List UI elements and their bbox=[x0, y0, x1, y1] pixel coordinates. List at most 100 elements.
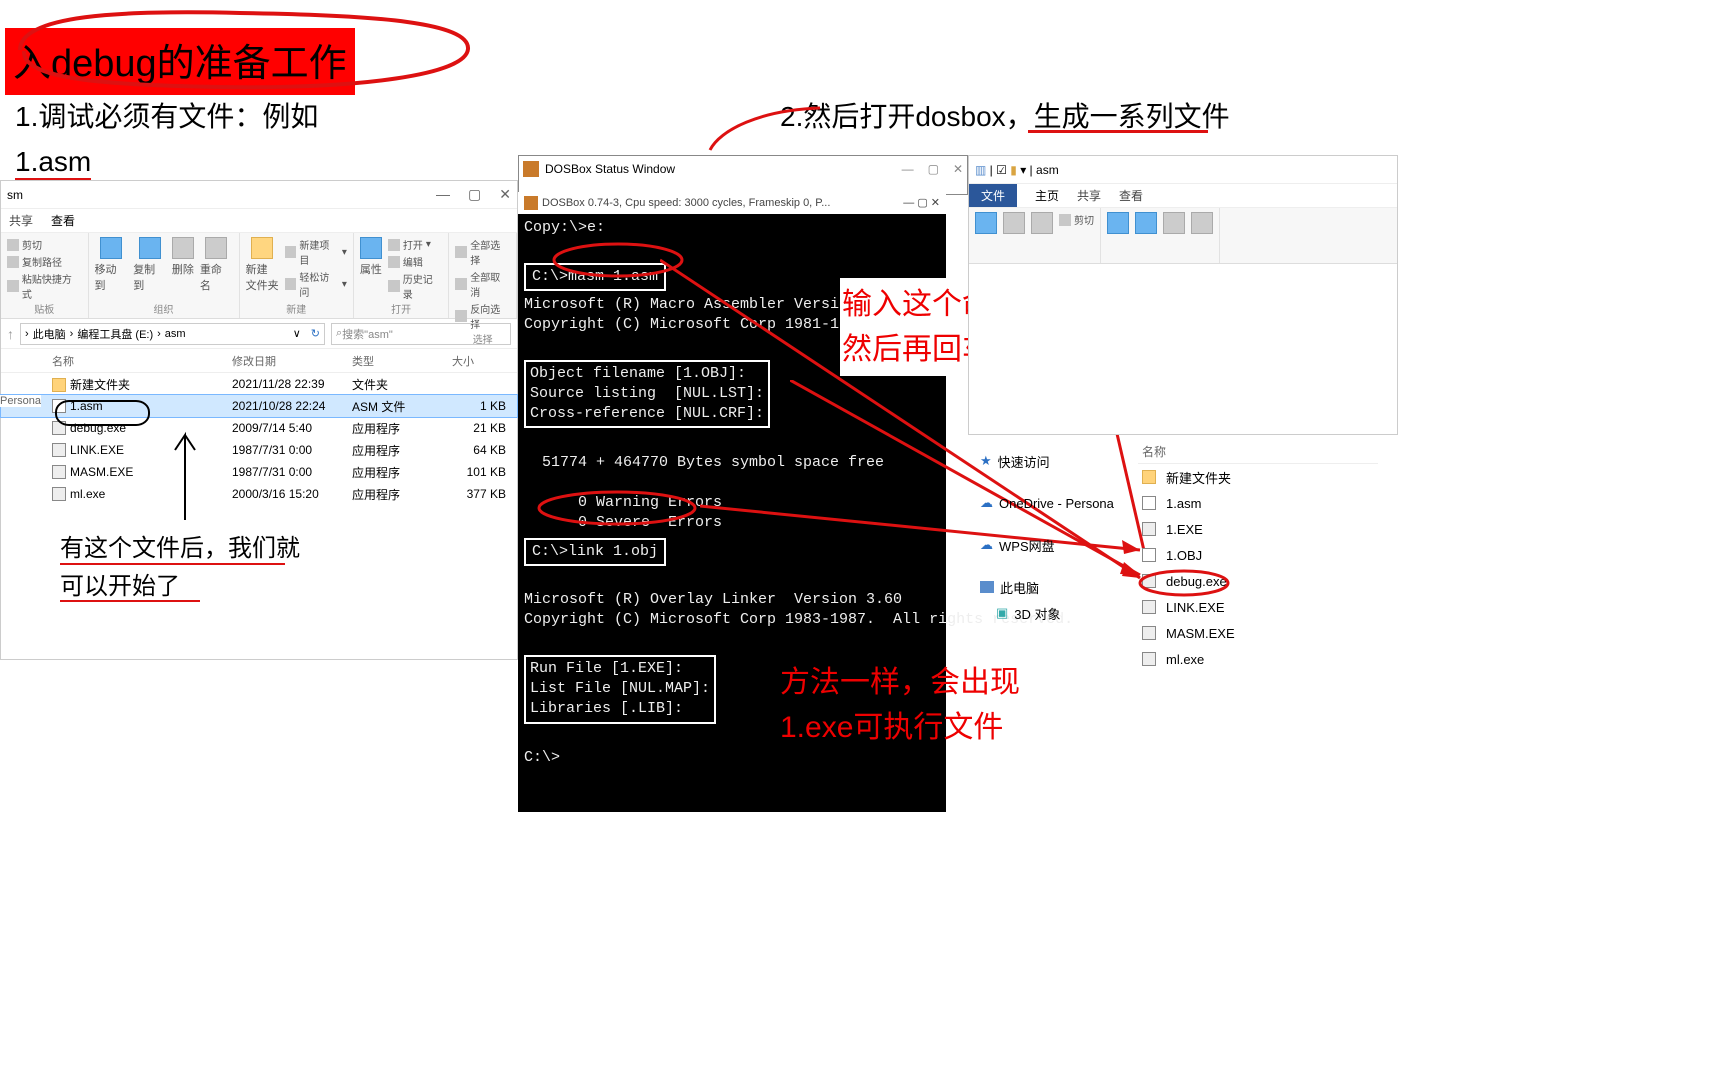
nav-quickaccess[interactable]: ★快速访问 bbox=[980, 448, 1125, 474]
file-icon bbox=[52, 443, 66, 457]
moveto-button[interactable]: 移动到 bbox=[95, 237, 128, 293]
copypath-icon bbox=[7, 256, 19, 268]
delete-button[interactable]: 删除 bbox=[172, 237, 194, 277]
tab-view[interactable]: 查看 bbox=[1119, 187, 1143, 204]
col-name[interactable]: 名称 bbox=[52, 353, 232, 369]
paste-button[interactable] bbox=[1031, 212, 1053, 234]
nav-onedrive[interactable]: ☁OneDrive - Persona bbox=[980, 490, 1125, 516]
selectnone-icon bbox=[455, 278, 467, 290]
search-input[interactable]: ⌕ 搜索"asm" bbox=[331, 323, 511, 345]
file-icon bbox=[1142, 496, 1156, 510]
file-icon bbox=[1142, 652, 1156, 666]
copy-icon bbox=[1003, 212, 1025, 234]
minimize-button[interactable]: — bbox=[436, 186, 450, 203]
invert-icon bbox=[455, 310, 467, 322]
selectnone-button[interactable]: 全部取消 bbox=[470, 269, 510, 299]
copy-button[interactable] bbox=[1003, 212, 1025, 234]
newitem-icon bbox=[285, 246, 297, 258]
tab-share[interactable]: 共享 bbox=[9, 212, 33, 229]
file-row[interactable]: ml.exe2000/3/16 15:20应用程序377 KB bbox=[1, 483, 517, 505]
moveto-icon bbox=[100, 237, 122, 259]
file-row[interactable]: debug.exe bbox=[1138, 568, 1378, 594]
back-button[interactable]: ↑ bbox=[7, 326, 14, 342]
delete-button[interactable] bbox=[1163, 212, 1185, 234]
paste-icon bbox=[1031, 212, 1053, 234]
window-titlebar[interactable]: ▥ | ☑ ▮ ▾ | asm bbox=[969, 156, 1397, 184]
ribbon-tabs: 共享 查看 bbox=[1, 209, 517, 233]
file-row[interactable]: MASM.EXE1987/7/31 0:00应用程序101 KB bbox=[1, 461, 517, 483]
copyto-button[interactable]: 复制到 bbox=[133, 237, 166, 293]
newitem-button[interactable]: 新建项目 bbox=[299, 237, 338, 267]
cut-button[interactable]: 剪切 bbox=[1074, 212, 1094, 227]
cut-button[interactable]: 剪切 bbox=[22, 237, 42, 252]
rename-icon bbox=[1191, 212, 1213, 234]
window-title: sm bbox=[7, 188, 23, 202]
step-2-underline bbox=[1028, 130, 1208, 133]
file-row[interactable]: 1.asm2021/10/28 22:24ASM 文件1 KB bbox=[1, 395, 517, 417]
maximize-button[interactable]: ▢ bbox=[928, 162, 939, 176]
file-icon bbox=[52, 399, 66, 413]
tab-share[interactable]: 共享 bbox=[1077, 187, 1101, 204]
rename-button[interactable] bbox=[1191, 212, 1213, 234]
file-row[interactable]: ml.exe bbox=[1138, 646, 1378, 672]
close-button[interactable]: ✕ bbox=[953, 162, 963, 176]
moveto-icon bbox=[1107, 212, 1129, 234]
nav-tree: ★快速访问 ☁OneDrive - Persona ☁WPS网盘 此电脑 ▣3D… bbox=[980, 448, 1125, 626]
easyaccess-icon bbox=[285, 278, 297, 290]
file-icon bbox=[1142, 626, 1156, 640]
selectall-button[interactable]: 全部选择 bbox=[470, 237, 510, 267]
copypath-button[interactable]: 复制路径 bbox=[22, 254, 62, 269]
close-button[interactable]: ✕ bbox=[499, 186, 511, 203]
dosbox-icon bbox=[523, 161, 539, 177]
file-row[interactable]: 1.OBJ bbox=[1138, 542, 1378, 568]
col-type[interactable]: 类型 bbox=[352, 353, 452, 369]
open-button[interactable]: 打开 bbox=[403, 237, 423, 252]
sidebar-item-label: Persona bbox=[0, 395, 41, 407]
file-list: 新建文件夹2021/11/28 22:39文件夹1.asm2021/10/28 … bbox=[1, 373, 517, 505]
file-icon bbox=[1142, 522, 1156, 536]
props-icon bbox=[360, 237, 382, 259]
dosbox-status-title: DOSBox Status Window bbox=[545, 162, 675, 176]
col-name[interactable]: 名称 bbox=[1138, 440, 1378, 464]
tab-home[interactable]: 主页 bbox=[1035, 187, 1059, 204]
maximize-button[interactable]: ▢ bbox=[468, 186, 481, 203]
history-icon bbox=[388, 280, 400, 292]
dosbox-titlebar[interactable]: DOSBox 0.74-3, Cpu speed: 3000 cycles, F… bbox=[518, 192, 946, 214]
file-row[interactable]: LINK.EXE1987/7/31 0:00应用程序64 KB bbox=[1, 439, 517, 461]
file-icon bbox=[52, 487, 66, 501]
window-title: asm bbox=[1036, 163, 1059, 177]
file-row[interactable]: 1.asm bbox=[1138, 490, 1378, 516]
pin-button[interactable] bbox=[975, 212, 997, 234]
minimize-button[interactable]: — bbox=[902, 162, 914, 176]
file-icon bbox=[52, 465, 66, 479]
file-row[interactable]: 新建文件夹2021/11/28 22:39文件夹 bbox=[1, 373, 517, 395]
edit-button[interactable]: 编辑 bbox=[403, 254, 423, 269]
paste-icon bbox=[7, 280, 19, 292]
newfolder-button[interactable]: 新建 文件夹 bbox=[246, 237, 279, 293]
file-icon bbox=[1142, 574, 1156, 588]
col-date[interactable]: 修改日期 bbox=[232, 353, 352, 369]
breadcrumb[interactable]: › 此电脑 › 编程工具盘 (E:) › asm ∨↻ bbox=[20, 323, 325, 345]
folder-icon bbox=[251, 237, 273, 259]
history-button[interactable]: 历史记录 bbox=[403, 271, 443, 301]
nav-thispc[interactable]: 此电脑 bbox=[980, 574, 1125, 600]
moveto-button[interactable] bbox=[1107, 212, 1129, 234]
tab-view[interactable]: 查看 bbox=[51, 212, 75, 229]
paste-shortcut-button[interactable]: 粘贴快捷方式 bbox=[22, 271, 82, 301]
properties-button[interactable]: 属性 bbox=[360, 237, 382, 277]
nav-wps[interactable]: ☁WPS网盘 bbox=[980, 532, 1125, 558]
file-row[interactable]: 1.EXE bbox=[1138, 516, 1378, 542]
rename-button[interactable]: 重命名 bbox=[200, 237, 233, 293]
easyaccess-button[interactable]: 轻松访问 bbox=[299, 269, 338, 299]
tab-file[interactable]: 文件 bbox=[969, 184, 1017, 207]
file-row[interactable]: debug.exe2009/7/14 5:40应用程序21 KB bbox=[1, 417, 517, 439]
file-row[interactable]: MASM.EXE bbox=[1138, 620, 1378, 646]
left-annot-underline2 bbox=[60, 600, 200, 602]
copyto-button[interactable] bbox=[1135, 212, 1157, 234]
nav-3d[interactable]: ▣3D 对象 bbox=[980, 600, 1125, 626]
window-titlebar[interactable]: sm — ▢ ✕ bbox=[1, 181, 517, 209]
file-row[interactable]: LINK.EXE bbox=[1138, 594, 1378, 620]
file-row[interactable]: 新建文件夹 bbox=[1138, 464, 1378, 490]
left-annotation: 有这个文件后，我们就 可以开始了 bbox=[60, 530, 300, 607]
col-size[interactable]: 大小 bbox=[452, 353, 512, 369]
